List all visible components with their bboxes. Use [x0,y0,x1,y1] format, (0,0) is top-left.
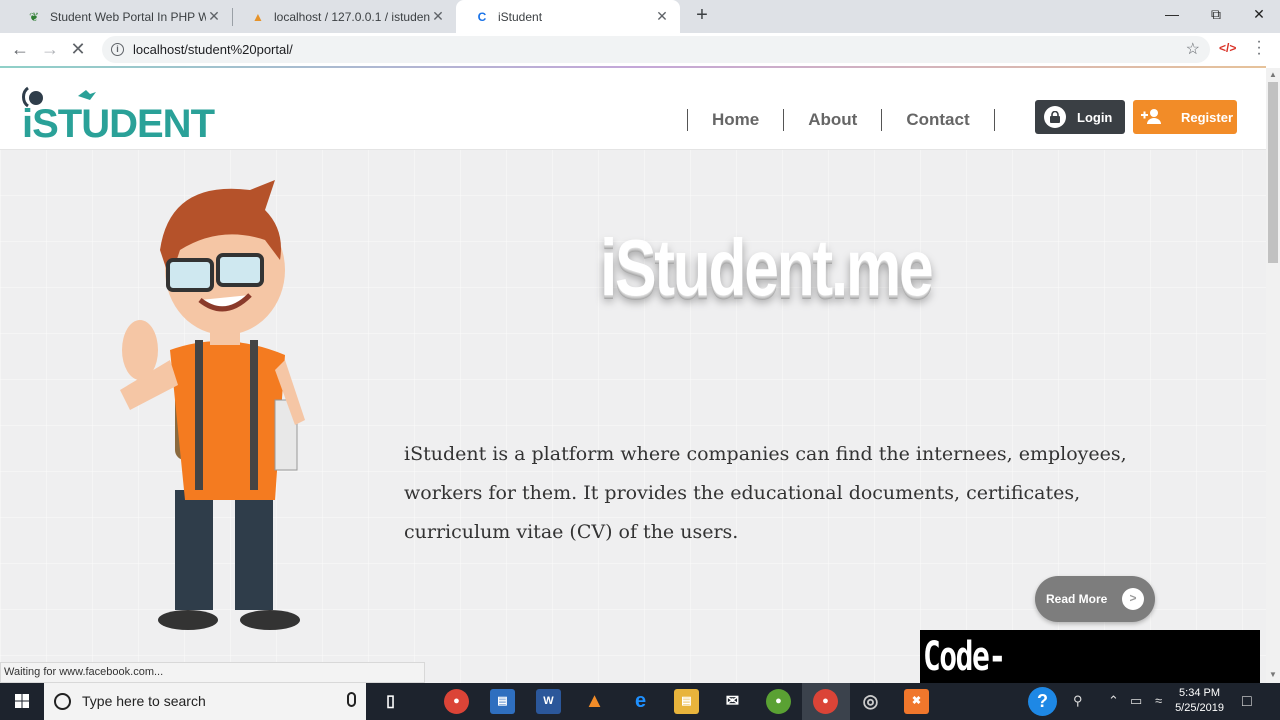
help-icon[interactable]: ? [1028,687,1057,716]
windows-taskbar: Type here to search ▯ ● ▤ W ▲ e ▤ ✉ ● ● … [0,683,1280,720]
microphone-icon[interactable] [347,692,356,707]
main-nav: Home About Contact [687,108,995,132]
read-more-button[interactable]: Read More > [1035,576,1155,622]
address-bar[interactable]: i localhost/student%20portal/ ☆ [102,36,1210,63]
system-clock[interactable]: 5:34 PM 5/25/2019 [1175,686,1224,716]
clock-time: 5:34 PM [1179,687,1221,699]
login-label: Login [1077,109,1113,125]
close-icon[interactable]: ✕ [430,8,446,25]
info-icon[interactable]: i [111,43,124,56]
tab-label: iStudent [498,9,543,24]
notepad-icon[interactable]: ▤ [490,689,515,714]
windows-icon [15,694,29,708]
restore-button[interactable]: ⧉ [1194,0,1238,30]
nav-home[interactable]: Home [687,109,783,131]
tab-strip: ❦ Student Web Portal In PHP With ✕ ▲ loc… [0,0,1280,33]
scroll-down-icon[interactable]: ▼ [1269,670,1277,679]
close-window-button[interactable]: ✕ [1237,0,1280,30]
register-label: Register [1181,109,1234,125]
istudent-logo[interactable]: iSTUDENT [20,82,220,146]
tab-phpmyadmin[interactable]: ▲ localhost / 127.0.0.1 / istudent_d ✕ [232,0,456,33]
tab-label: localhost / 127.0.0.1 / istudent_d [274,9,430,24]
phpmyadmin-icon: ▲ [252,9,264,24]
bookmark-star-icon[interactable]: ☆ [1186,36,1200,63]
leaf-icon: ❦ [28,9,40,24]
lock-icon [1044,106,1066,128]
search-placeholder: Type here to search [82,693,206,709]
xampp-icon[interactable]: ✖ [904,689,929,714]
chrome-icon[interactable]: ● [444,689,469,714]
nav-contact[interactable]: Contact [881,109,993,131]
hero-section: iStudent.me iStudent is a platform where… [0,150,1266,683]
minimize-button[interactable]: — [1150,0,1194,30]
cortana-icon [54,693,71,710]
page-scrollbar[interactable]: ▲ ▼ [1266,68,1280,683]
file-explorer-icon[interactable]: ▤ [674,689,699,714]
chevron-up-icon[interactable]: ⌃ [1108,693,1119,709]
site-header: iSTUDENT Home About Contact Login Regist… [0,68,1266,150]
new-tab-button[interactable]: + [692,4,712,28]
hero-title: iStudent.me [600,223,934,312]
nav-about[interactable]: About [783,109,881,131]
scroll-up-icon[interactable]: ▲ [1269,70,1277,79]
vlc-icon[interactable]: ▲ [582,689,607,714]
code-extension-icon[interactable]: </> [1219,41,1236,55]
clock-date: 5/25/2019 [1175,702,1224,714]
hero-description: iStudent is a platform where companies c… [404,443,1127,543]
stop-loading-button[interactable]: ✕ [66,38,90,62]
notification-icon[interactable]: □ [1242,693,1252,711]
tab-student-web-portal[interactable]: ❦ Student Web Portal In PHP With ✕ [8,0,232,33]
start-button[interactable] [0,683,44,720]
word-icon[interactable]: W [536,689,561,714]
close-icon[interactable]: ✕ [654,8,670,25]
logo-text: iSTUDENT [22,102,215,142]
menu-dots-icon[interactable]: · · · [1254,34,1264,62]
student-illustration [120,180,305,630]
browser-toolbar: ← → ✕ i localhost/student%20portal/ ☆ </… [0,33,1280,66]
user-plus-icon [1141,108,1163,127]
web-page: iSTUDENT Home About Contact Login Regist… [0,68,1266,683]
scroll-thumb[interactable] [1268,82,1278,263]
nav-divider [993,109,995,131]
register-button[interactable]: Register [1133,100,1237,134]
chevron-right-icon: > [1122,588,1144,610]
url-text: localhost/student%20portal/ [133,42,293,57]
wifi-icon[interactable]: ≈ [1155,693,1162,708]
edge-icon[interactable]: e [628,689,653,714]
battery-icon[interactable]: ▭ [1130,693,1142,709]
mail-icon[interactable]: ✉ [720,689,745,714]
read-more-label: Read More [1046,592,1108,606]
people-icon[interactable]: ⚲ [1073,693,1083,709]
task-view-icon[interactable]: ▯ [378,689,403,714]
watermark: Code-projects.org [920,630,1260,720]
tab-istudent[interactable]: C iStudent ✕ [456,0,680,33]
browser-status-bar: Waiting for www.facebook.com... [0,662,425,683]
login-button[interactable]: Login [1035,100,1125,134]
close-icon[interactable]: ✕ [206,8,222,25]
chrome-active-icon[interactable]: ● [813,689,838,714]
taskbar-search-box[interactable]: Type here to search [44,683,366,720]
loading-spinner-icon: C [477,9,487,24]
android-studio-icon[interactable]: ● [766,689,791,714]
obs-icon[interactable]: ◎ [858,689,883,714]
tab-label: Student Web Portal In PHP With [50,9,206,24]
back-button[interactable]: ← [8,38,32,62]
forward-button[interactable]: → [38,38,62,62]
